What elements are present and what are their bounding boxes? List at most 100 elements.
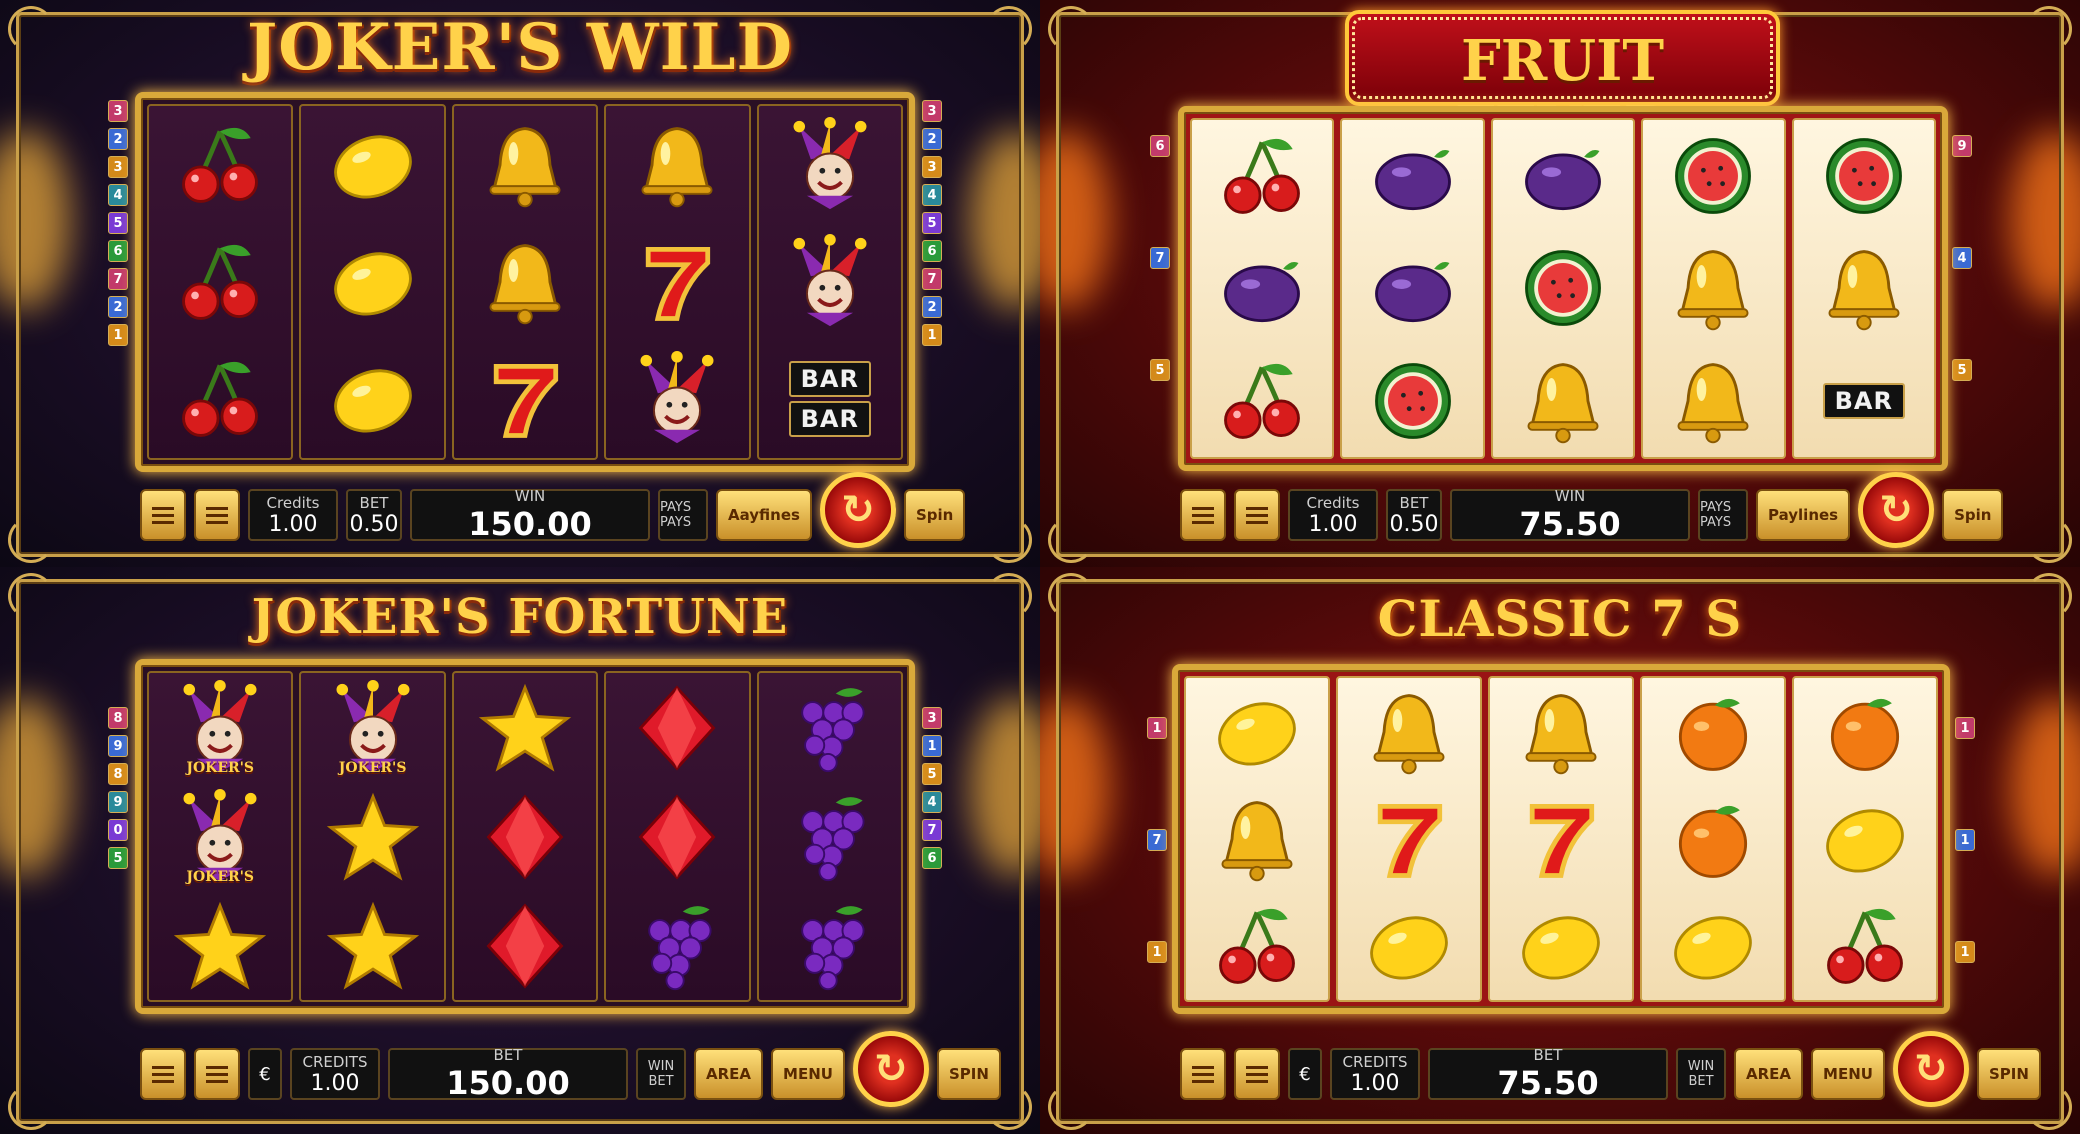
autospin-button[interactable]: ↻ <box>1892 1031 1969 1107</box>
payline-number[interactable]: 1 <box>108 324 128 346</box>
paytable-button[interactable] <box>140 489 186 541</box>
pays-button[interactable]: PAYS PAYS <box>658 489 708 541</box>
flourish-icon <box>1048 517 1094 563</box>
payline-number[interactable]: 2 <box>922 296 942 318</box>
payline-number[interactable]: 1 <box>1147 941 1167 963</box>
payline-number[interactable]: 4 <box>922 791 942 813</box>
diamond-icon <box>475 787 575 887</box>
paytable-button[interactable] <box>1180 1048 1226 1100</box>
menu-button[interactable] <box>1234 489 1280 541</box>
spin-button[interactable]: SPIN <box>1976 1048 2041 1100</box>
area-button[interactable]: AREA <box>694 1048 764 1100</box>
credits-display: CREDITS 1.00 <box>1330 1048 1420 1100</box>
payline-number[interactable]: 3 <box>922 156 942 178</box>
area-button[interactable]: AREA <box>1734 1048 1804 1100</box>
payline-number[interactable]: 5 <box>108 847 128 869</box>
watermelon-icon <box>1663 126 1763 226</box>
payline-number[interactable]: 7 <box>1147 829 1167 851</box>
bar-label: BAR <box>788 401 871 438</box>
payline-number[interactable]: 2 <box>922 128 942 150</box>
payline-number[interactable]: 7 <box>922 268 942 290</box>
spin-button[interactable]: SPIN <box>936 1048 1001 1100</box>
payline-number[interactable]: 7 <box>108 268 128 290</box>
payline-number[interactable]: 2 <box>108 296 128 318</box>
payline-number[interactable]: 6 <box>108 240 128 262</box>
payline-markers-right: 1 1 1 <box>1955 717 1975 963</box>
menu-text-button[interactable]: MENU <box>1811 1048 1885 1100</box>
payline-number[interactable]: 5 <box>1150 359 1170 381</box>
menu-button[interactable] <box>1234 1048 1280 1100</box>
payline-number[interactable]: 5 <box>922 212 942 234</box>
payline-number[interactable]: 1 <box>1955 941 1975 963</box>
lemon-icon <box>323 115 423 215</box>
autospin-button[interactable]: ↻ <box>852 1031 929 1107</box>
menu-icon <box>206 506 228 524</box>
payline-number[interactable]: 6 <box>1150 135 1170 157</box>
bet-display[interactable]: BET 0.50 <box>346 489 402 541</box>
joker-icon: JOKER'S <box>323 678 423 778</box>
bet-label: BET <box>493 1046 523 1064</box>
menu-icon <box>1246 1065 1268 1083</box>
watermelon-icon <box>1814 126 1914 226</box>
payline-number[interactable]: 9 <box>1952 135 1972 157</box>
payline-number[interactable]: 4 <box>108 184 128 206</box>
payline-number[interactable]: 1 <box>1147 717 1167 739</box>
lemon-icon <box>323 349 423 449</box>
payline-number[interactable]: 0 <box>108 819 128 841</box>
bell-icon <box>475 232 575 332</box>
payline-number[interactable]: 2 <box>108 128 128 150</box>
paytable-button[interactable] <box>1180 489 1226 541</box>
joker-icon <box>780 115 880 215</box>
payline-number[interactable]: 4 <box>922 184 942 206</box>
payline-number[interactable]: 7 <box>1150 247 1170 269</box>
payline-number[interactable]: 1 <box>1955 829 1975 851</box>
bet-display[interactable]: BET 0.50 <box>1386 489 1442 541</box>
payline-number[interactable]: 8 <box>108 707 128 729</box>
payline-number[interactable]: 4 <box>1952 247 1972 269</box>
spin-button[interactable]: Spin <box>1942 489 2004 541</box>
pays-button[interactable]: PAYS PAYS <box>1698 489 1748 541</box>
payline-number[interactable]: 8 <box>108 763 128 785</box>
credits-value: 1.00 <box>1350 1070 1400 1096</box>
payline-markers-right: 3 2 3 4 5 6 7 2 1 <box>922 100 942 346</box>
payline-number[interactable]: 1 <box>922 324 942 346</box>
menu-text-button[interactable]: MENU <box>771 1048 845 1100</box>
bet-display[interactable]: BET 75.50 <box>1428 1046 1668 1102</box>
watermelon-icon <box>1363 351 1463 451</box>
flourish-icon <box>2026 517 2072 563</box>
payline-number[interactable]: 5 <box>922 763 942 785</box>
paytable-button[interactable] <box>140 1048 186 1100</box>
currency-display: € <box>248 1048 282 1100</box>
lemon-icon <box>1815 789 1915 889</box>
star-icon <box>170 896 270 996</box>
payline-number[interactable]: 9 <box>108 735 128 757</box>
payline-number[interactable]: 7 <box>922 819 942 841</box>
cherry-icon <box>170 115 270 215</box>
spin-button[interactable]: Spin <box>903 489 966 541</box>
payline-number[interactable]: 3 <box>922 707 942 729</box>
payline-number[interactable]: 1 <box>1955 717 1975 739</box>
bet-display[interactable]: BET 150.00 <box>388 1046 628 1102</box>
menu-button[interactable] <box>194 489 240 541</box>
joker-label: JOKER'S <box>186 868 255 885</box>
orange-icon <box>1663 789 1763 889</box>
payline-number[interactable]: 3 <box>108 100 128 122</box>
autospin-button[interactable]: ↻ <box>819 472 896 548</box>
autospin-button[interactable]: ↻ <box>1858 472 1935 548</box>
payline-number[interactable]: 6 <box>922 847 942 869</box>
paylines-button[interactable]: Paylines <box>1756 489 1851 541</box>
paylines-button[interactable]: Aayfines <box>716 489 812 541</box>
payline-number[interactable]: 1 <box>922 735 942 757</box>
credits-display: CREDITS 1.00 <box>290 1048 380 1100</box>
bell-icon <box>1359 682 1459 782</box>
plum-icon <box>1363 126 1463 226</box>
payline-number[interactable]: 6 <box>922 240 942 262</box>
payline-number[interactable]: 5 <box>1952 359 1972 381</box>
payline-number[interactable]: 3 <box>922 100 942 122</box>
payline-number[interactable]: 3 <box>108 156 128 178</box>
payline-number[interactable]: 9 <box>108 791 128 813</box>
payline-number[interactable]: 5 <box>108 212 128 234</box>
list-icon <box>1192 506 1214 524</box>
bet-label: BET <box>1399 493 1429 512</box>
menu-button[interactable] <box>194 1048 240 1100</box>
